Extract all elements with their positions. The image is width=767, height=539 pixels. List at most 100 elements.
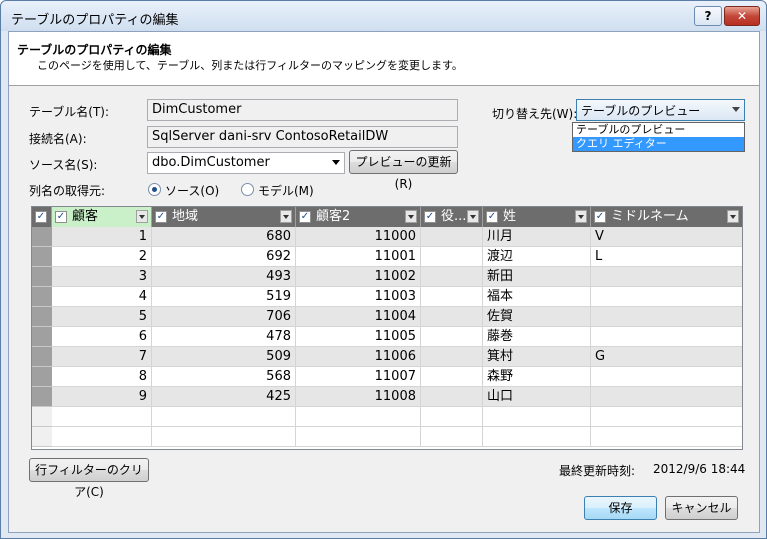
table-cell[interactable] xyxy=(421,307,483,327)
table-cell[interactable]: 6 xyxy=(52,327,152,347)
column-header-5[interactable]: ✓ ミドルネーム xyxy=(591,207,742,227)
column-header-4[interactable]: ✓ 姓 xyxy=(483,207,591,227)
radio-model-label[interactable]: モデル(M) xyxy=(258,182,314,199)
table-cell[interactable] xyxy=(421,267,483,287)
table-row[interactable]: 3 493 11002 新田 xyxy=(32,267,742,287)
table-cell[interactable] xyxy=(421,387,483,407)
switch-option-table-preview[interactable]: テーブルのプレビュー xyxy=(573,123,744,137)
switch-option-query-editor[interactable]: クエリ エディター xyxy=(573,137,744,151)
filter-dropdown-icon[interactable] xyxy=(280,210,292,223)
table-cell[interactable]: L xyxy=(591,247,742,267)
table-cell[interactable] xyxy=(591,427,742,447)
table-cell[interactable]: 493 xyxy=(152,267,296,287)
table-cell[interactable]: 519 xyxy=(152,287,296,307)
table-cell[interactable] xyxy=(421,407,483,427)
table-cell[interactable] xyxy=(152,407,296,427)
select-all-cell[interactable]: ✓ xyxy=(32,207,52,227)
table-cell[interactable] xyxy=(421,327,483,347)
row-header[interactable] xyxy=(32,267,52,287)
column-header-0[interactable]: ✓ 顧客 xyxy=(52,207,152,227)
row-header[interactable] xyxy=(32,347,52,367)
table-cell[interactable]: 川月 xyxy=(483,227,591,247)
table-cell[interactable]: 渡辺 xyxy=(483,247,591,267)
table-cell[interactable]: 11004 xyxy=(296,307,421,327)
table-cell[interactable] xyxy=(591,287,742,307)
table-row[interactable]: 8 568 11007 森野 xyxy=(32,367,742,387)
table-cell[interactable]: V xyxy=(591,227,742,247)
table-cell[interactable] xyxy=(152,427,296,447)
check-icon[interactable]: ✓ xyxy=(594,211,606,223)
table-cell[interactable]: 478 xyxy=(152,327,296,347)
table-row[interactable] xyxy=(32,427,742,447)
check-icon[interactable]: ✓ xyxy=(55,211,67,223)
table-cell[interactable]: G xyxy=(591,347,742,367)
column-header-1[interactable]: ✓ 地域 xyxy=(152,207,296,227)
radio-source-label[interactable]: ソース(O) xyxy=(165,182,219,199)
table-row[interactable]: 6 478 11005 藤巻 xyxy=(32,327,742,347)
row-header[interactable] xyxy=(32,427,52,447)
table-cell[interactable]: 藤巻 xyxy=(483,327,591,347)
table-cell[interactable]: 箕村 xyxy=(483,347,591,367)
table-cell[interactable] xyxy=(52,427,152,447)
check-icon[interactable]: ✓ xyxy=(486,211,498,223)
table-cell[interactable]: 佐賀 xyxy=(483,307,591,327)
row-header[interactable] xyxy=(32,247,52,267)
table-cell[interactable]: 425 xyxy=(152,387,296,407)
table-cell[interactable] xyxy=(421,427,483,447)
row-header[interactable] xyxy=(32,307,52,327)
table-cell[interactable] xyxy=(483,427,591,447)
table-cell[interactable]: 11005 xyxy=(296,327,421,347)
table-cell[interactable]: 8 xyxy=(52,367,152,387)
filter-dropdown-icon[interactable] xyxy=(575,210,587,223)
help-button[interactable]: ? xyxy=(694,6,722,26)
cancel-button[interactable]: キャンセル xyxy=(665,496,738,520)
row-header[interactable] xyxy=(32,367,52,387)
table-row[interactable]: 7 509 11006 箕村 G xyxy=(32,347,742,367)
table-cell[interactable]: 11001 xyxy=(296,247,421,267)
source-combo[interactable]: dbo.DimCustomer xyxy=(147,152,345,174)
table-row[interactable]: 4 519 11003 福本 xyxy=(32,287,742,307)
table-cell[interactable]: 9 xyxy=(52,387,152,407)
table-cell[interactable]: 2 xyxy=(52,247,152,267)
check-icon[interactable]: ✓ xyxy=(35,211,47,223)
radio-source[interactable] xyxy=(148,183,161,196)
row-header[interactable] xyxy=(32,327,52,347)
check-icon[interactable]: ✓ xyxy=(424,211,436,223)
data-grid[interactable]: ✓ ✓ 顧客 ✓ 地域 ✓ 顧客2 ✓ 役... ✓ 姓 ✓ ミドルネーム 1 680 1100… xyxy=(31,206,743,450)
table-cell[interactable] xyxy=(52,407,152,427)
check-icon[interactable]: ✓ xyxy=(155,211,167,223)
row-header[interactable] xyxy=(32,287,52,307)
table-row[interactable]: 1 680 11000 川月 V xyxy=(32,227,742,247)
table-cell[interactable]: 5 xyxy=(52,307,152,327)
table-cell[interactable] xyxy=(591,387,742,407)
table-cell[interactable] xyxy=(296,407,421,427)
row-header[interactable] xyxy=(32,407,52,427)
table-cell[interactable] xyxy=(591,307,742,327)
row-header[interactable] xyxy=(32,227,52,247)
switch-combo[interactable]: テーブルのプレビュー xyxy=(576,99,745,121)
table-row[interactable]: 9 425 11008 山口 xyxy=(32,387,742,407)
table-cell[interactable] xyxy=(421,247,483,267)
check-icon[interactable]: ✓ xyxy=(299,211,311,223)
table-cell[interactable] xyxy=(591,367,742,387)
table-cell[interactable]: 568 xyxy=(152,367,296,387)
column-header-2[interactable]: ✓ 顧客2 xyxy=(296,207,421,227)
table-cell[interactable]: 680 xyxy=(152,227,296,247)
filter-dropdown-icon[interactable] xyxy=(136,210,148,223)
save-button[interactable]: 保存 xyxy=(584,496,657,520)
table-cell[interactable] xyxy=(421,347,483,367)
table-row[interactable]: 2 692 11001 渡辺 L xyxy=(32,247,742,267)
row-header[interactable] xyxy=(32,387,52,407)
clear-filter-button[interactable]: 行フィルターのクリア(C) xyxy=(29,458,149,499)
table-row[interactable]: 5 706 11004 佐賀 xyxy=(32,307,742,327)
refresh-preview-button[interactable]: プレビューの更新(R) xyxy=(349,150,458,191)
table-cell[interactable]: 11002 xyxy=(296,267,421,287)
table-cell[interactable]: 1 xyxy=(52,227,152,247)
filter-dropdown-icon[interactable] xyxy=(405,210,417,223)
table-cell[interactable]: 7 xyxy=(52,347,152,367)
table-cell[interactable]: 11008 xyxy=(296,387,421,407)
table-cell[interactable] xyxy=(421,227,483,247)
table-cell[interactable]: 11007 xyxy=(296,367,421,387)
table-row[interactable] xyxy=(32,407,742,427)
table-cell[interactable]: 4 xyxy=(52,287,152,307)
